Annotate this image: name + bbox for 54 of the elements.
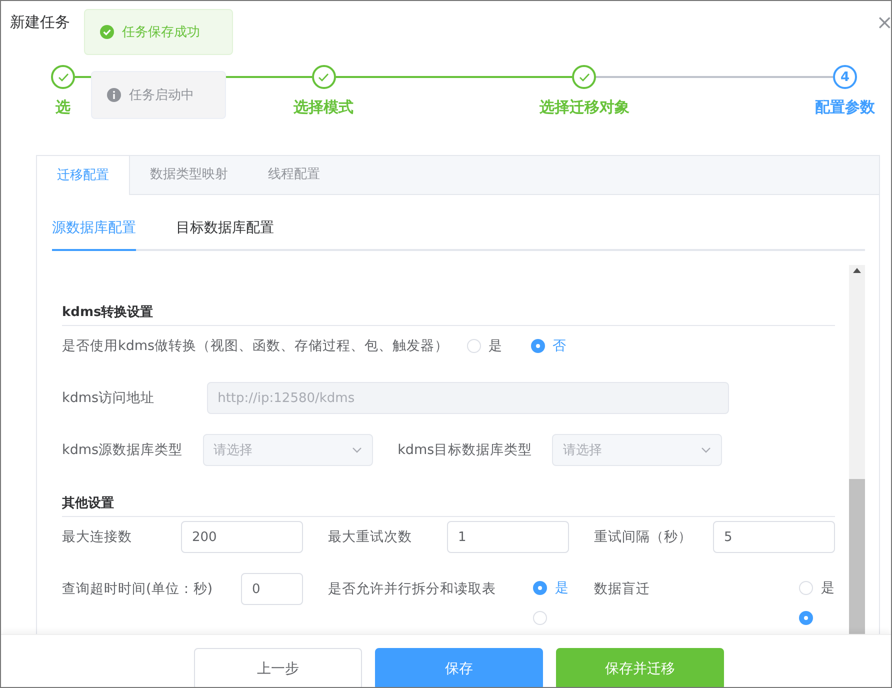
- scroll-up-icon: [853, 268, 861, 273]
- tab[interactable]: 迁移配置: [37, 156, 130, 195]
- chevron-down-icon: [352, 447, 362, 453]
- field-label: 最大重试次数: [328, 528, 413, 547]
- tab[interactable]: 数据类型映射: [130, 156, 248, 194]
- radio-label: 是: [821, 579, 835, 597]
- tab[interactable]: 线程配置: [248, 156, 340, 194]
- radio-label: 是: [555, 579, 569, 597]
- toast-text: 任务启动中: [129, 87, 194, 104]
- check-icon: [578, 72, 590, 82]
- check-circle-icon: [100, 25, 114, 39]
- field-label: 查询超时时间(单位：秒): [62, 580, 214, 599]
- field-label: 数据盲迁: [594, 580, 651, 599]
- radio-option[interactable]: 是: [799, 573, 835, 603]
- save-and-migrate-button[interactable]: 保存并迁移: [556, 648, 724, 687]
- radio-option[interactable]: 是: [466, 337, 503, 355]
- radio-label: 否: [552, 337, 567, 355]
- dialog-title: 新建任务: [10, 13, 70, 32]
- check-icon: [58, 72, 68, 82]
- field-label: kdms目标数据库类型: [398, 441, 532, 460]
- step-label: 选择模式: [294, 98, 354, 117]
- text-field[interactable]: 200: [181, 521, 303, 553]
- back-button[interactable]: 上一步: [194, 648, 362, 687]
- field-label: kdms访问地址: [62, 389, 155, 408]
- sub-tab[interactable]: 源数据库配置: [52, 219, 136, 251]
- radio-button[interactable]: [799, 611, 813, 625]
- step-circle: 4: [833, 65, 857, 89]
- field-label: kdms源数据库类型: [62, 441, 183, 460]
- field-label: 重试间隔（秒）: [594, 528, 693, 547]
- radio-button[interactable]: [530, 339, 545, 353]
- radio-option[interactable]: 是: [533, 573, 569, 603]
- section-title: kdms转换设置: [62, 303, 835, 326]
- section-title: 其他设置: [62, 494, 835, 517]
- radio-button[interactable]: [533, 581, 547, 595]
- radio-option[interactable]: 否: [530, 337, 567, 355]
- radio-label: 是: [488, 337, 503, 355]
- check-icon: [318, 72, 330, 82]
- text-field[interactable]: 5: [713, 521, 835, 553]
- field-label: 是否使用kdms做转换（视图、函数、存储过程、包、触发器）: [62, 337, 449, 356]
- toast-text: 任务保存成功: [122, 24, 200, 41]
- close-button[interactable]: ×: [876, 13, 891, 31]
- info-icon: [107, 88, 121, 102]
- save-button[interactable]: 保存: [375, 648, 543, 687]
- step-label: 配置参数: [815, 98, 875, 117]
- step-label: 选择迁移对象: [539, 98, 630, 117]
- field-label: 最大连接数: [62, 528, 133, 547]
- sub-tab[interactable]: 目标数据库配置: [176, 219, 274, 251]
- field-label: 是否允许并行拆分和读取表: [328, 580, 497, 599]
- text-field[interactable]: 1: [447, 521, 569, 553]
- text-field[interactable]: 0: [241, 573, 303, 605]
- scrollbar[interactable]: [849, 265, 865, 634]
- scrollbar-thumb[interactable]: [849, 479, 865, 634]
- step-label: 选: [56, 98, 70, 117]
- chevron-down-icon: [701, 447, 712, 453]
